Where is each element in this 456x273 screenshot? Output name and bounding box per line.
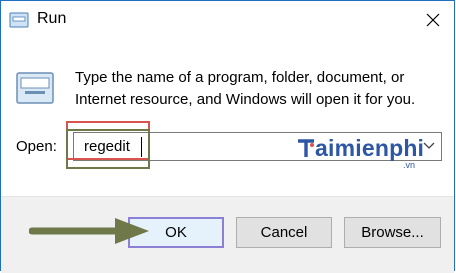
run-dialog: Run Type the name of a program, folder, … [0, 0, 455, 273]
browse-button[interactable]: Browse... [344, 217, 441, 248]
run-dialog-icon [16, 72, 54, 104]
title-bar: Run [1, 1, 454, 39]
highlight-box-olive [66, 129, 150, 169]
dialog-description: Type the name of a program, folder, docu… [75, 69, 416, 108]
open-label: Open: [16, 138, 57, 155]
dropdown-chevron-icon[interactable] [423, 141, 435, 151]
close-button[interactable] [418, 5, 448, 35]
watermark-logo: aimienphi [297, 135, 424, 162]
watermark-t-glyph [298, 139, 314, 157]
cancel-button[interactable]: Cancel [236, 217, 332, 248]
watermark-brand: aimienphi [315, 135, 425, 161]
watermark-suffix: .vn [403, 160, 416, 170]
close-icon [426, 13, 440, 27]
pointer-arrow [29, 218, 149, 244]
window-title: Run [37, 10, 67, 27]
run-app-icon [9, 12, 29, 28]
